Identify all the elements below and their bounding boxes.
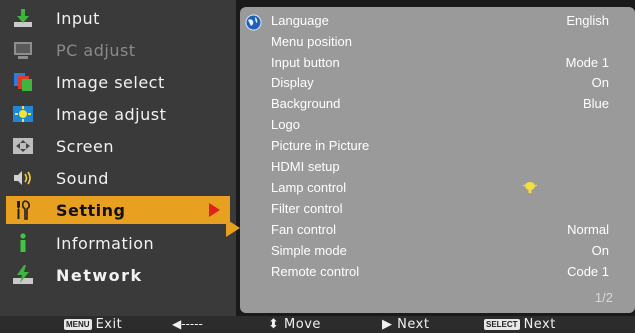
row-value: Normal <box>567 222 609 237</box>
row-label: Simple mode <box>271 243 347 258</box>
screen-icon <box>13 138 33 154</box>
page-indicator: 1/2 <box>594 290 613 305</box>
menu-item-label: PC adjust <box>56 40 136 60</box>
select-next-label: Next <box>523 317 556 332</box>
back-label: ◀----- <box>172 317 203 331</box>
row-menu-position[interactable]: Menu position <box>240 32 635 52</box>
row-hdmi-setup[interactable]: HDMI setup <box>240 157 635 177</box>
information-icon <box>20 233 26 252</box>
row-label: Picture in Picture <box>271 138 370 153</box>
main-menu: Input PC adjust Image select Image adjus… <box>0 0 236 316</box>
row-remote-control[interactable]: Remote control Code 1 <box>240 262 635 282</box>
menu-item-label: Setting <box>56 200 126 220</box>
row-value: Blue <box>582 96 609 111</box>
menu-item-input[interactable]: Input <box>0 2 232 34</box>
row-value: English <box>566 13 609 28</box>
row-value: On <box>591 243 609 258</box>
globe-icon <box>245 14 262 31</box>
menu-item-pc-adjust[interactable]: PC adjust <box>0 34 232 66</box>
menu-key-icon: MENU <box>64 319 92 330</box>
row-picture-in-picture[interactable]: Picture in Picture <box>240 136 635 156</box>
row-label: Remote control <box>271 264 360 279</box>
move-hint: ⬍ Move <box>268 317 321 332</box>
exit-label: Exit <box>95 317 123 332</box>
menu-item-screen[interactable]: Screen <box>0 130 232 162</box>
row-value: Code 1 <box>567 264 609 279</box>
setting-submenu: Language English Menu position Input but… <box>240 7 635 313</box>
input-icon <box>14 9 32 27</box>
sound-icon <box>14 171 31 185</box>
row-label: Logo <box>271 117 300 132</box>
row-label: Fan control <box>271 222 337 237</box>
image-select-icon <box>14 73 32 91</box>
row-label: Input button <box>271 55 340 70</box>
row-value: Mode 1 <box>565 55 609 70</box>
row-label: Display <box>271 75 314 90</box>
next-hint: ▶ Next <box>382 317 429 332</box>
row-lamp-control[interactable]: Lamp control <box>240 178 635 198</box>
menu-item-image-adjust[interactable]: Image adjust <box>0 98 232 130</box>
menu-item-information[interactable]: Information <box>0 227 232 259</box>
row-value: On <box>591 75 609 90</box>
footer-hint-bar: MENU Exit ◀----- ⬍ Move ▶ Next SELECT Ne… <box>0 316 635 333</box>
row-label: Language <box>271 13 329 28</box>
row-label: Filter control <box>271 201 343 216</box>
menu-item-label: Image select <box>56 72 165 92</box>
menu-item-sound[interactable]: Sound <box>0 162 232 194</box>
menu-item-setting[interactable]: Setting <box>6 196 230 224</box>
row-input-button[interactable]: Input button Mode 1 <box>240 53 635 73</box>
select-next-hint: SELECT Next <box>484 317 556 332</box>
lamp-icon <box>523 182 537 193</box>
row-filter-control[interactable]: Filter control <box>240 199 635 219</box>
row-fan-control[interactable]: Fan control Normal <box>240 220 635 240</box>
row-simple-mode[interactable]: Simple mode On <box>240 241 635 261</box>
selected-arrow-icon <box>209 203 220 217</box>
row-background[interactable]: Background Blue <box>240 94 635 114</box>
network-icon <box>13 265 33 284</box>
back-hint: ◀----- <box>172 317 203 331</box>
row-label: HDMI setup <box>271 159 340 174</box>
menu-item-label: Sound <box>56 168 109 188</box>
row-display[interactable]: Display On <box>240 73 635 93</box>
row-label: Background <box>271 96 341 111</box>
menu-item-label: Network <box>56 265 143 285</box>
menu-item-label: Input <box>56 8 100 28</box>
menu-item-label: Image adjust <box>56 104 167 124</box>
pc-adjust-icon <box>14 42 32 59</box>
menu-item-label: Information <box>56 233 155 253</box>
row-language[interactable]: Language English <box>240 11 635 31</box>
row-logo[interactable]: Logo <box>240 115 635 135</box>
row-label: Lamp control <box>271 180 347 195</box>
setting-icon <box>17 200 30 220</box>
image-adjust-icon <box>13 106 33 122</box>
select-key-icon: SELECT <box>484 319 520 330</box>
next-label: ▶ Next <box>382 317 430 332</box>
menu-item-label: Screen <box>56 136 115 156</box>
menu-item-image-select[interactable]: Image select <box>0 66 232 98</box>
row-label: Menu position <box>271 34 352 49</box>
exit-hint: MENU Exit <box>64 317 122 332</box>
move-label: ⬍ Move <box>268 317 321 332</box>
menu-item-network[interactable]: Network <box>0 259 232 291</box>
